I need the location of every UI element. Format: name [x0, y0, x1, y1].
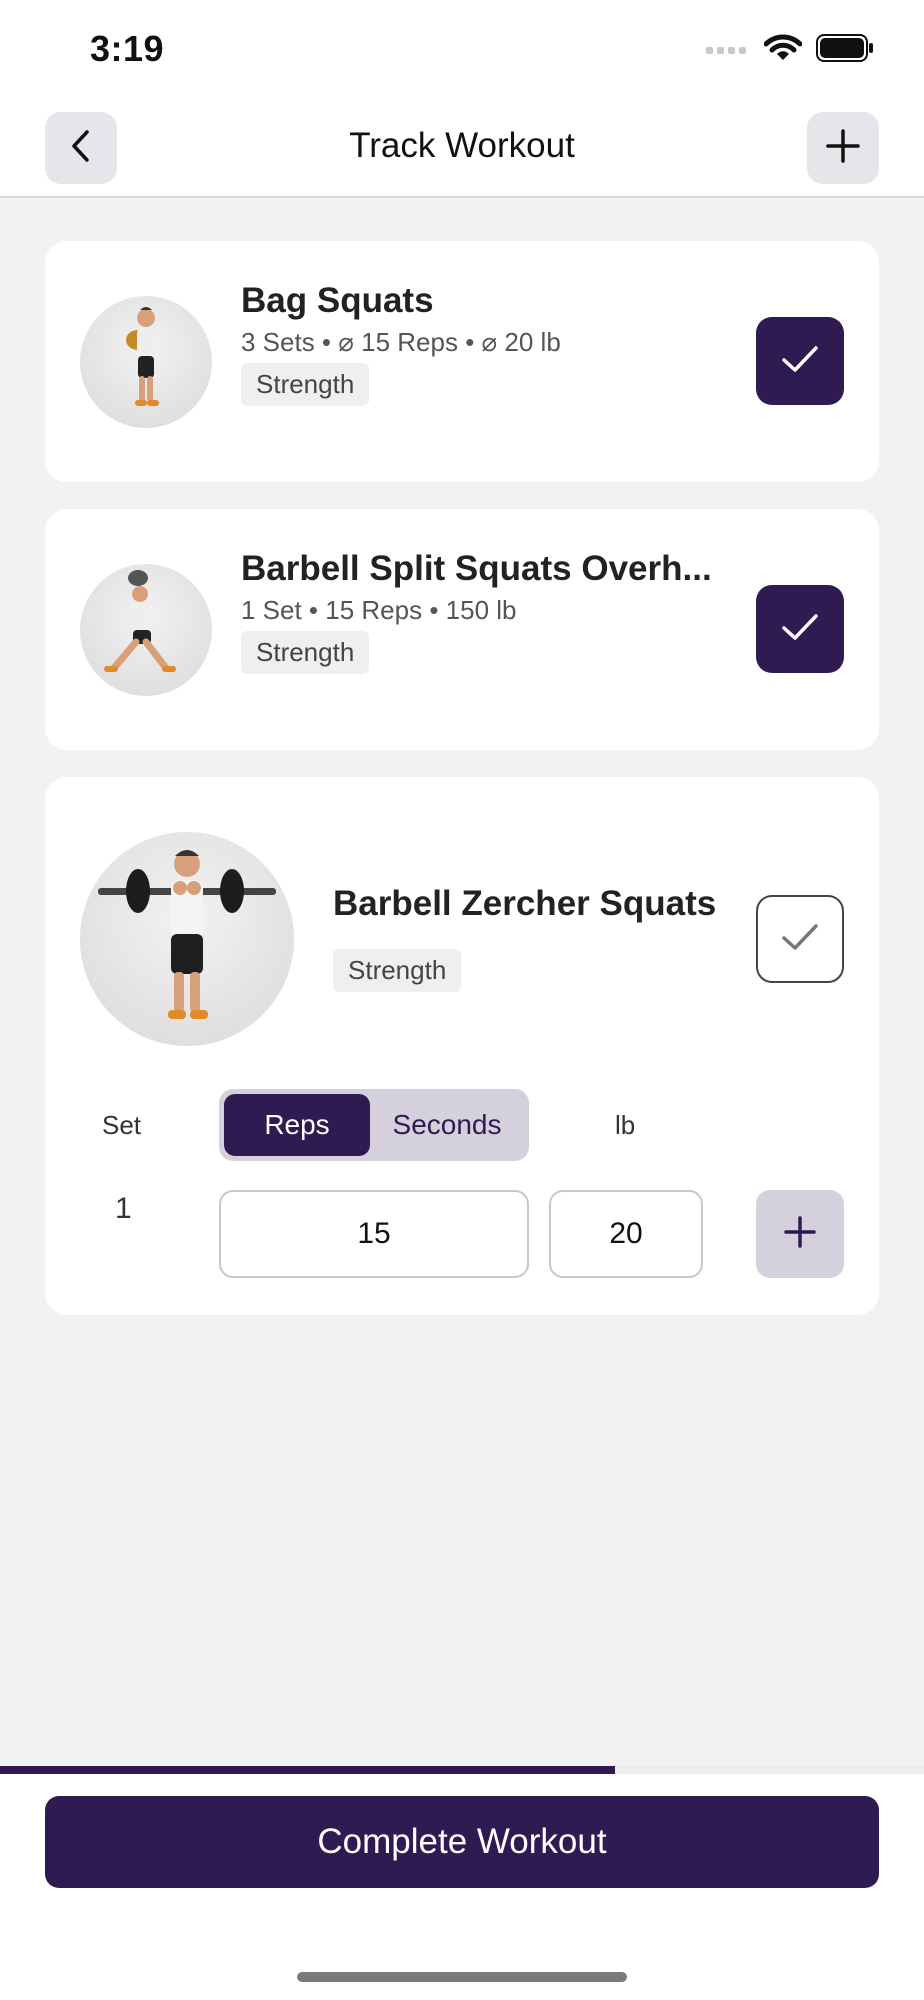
status-bar: 3:19	[0, 0, 924, 100]
status-icons	[706, 30, 874, 70]
reps-input[interactable]: 15	[219, 1190, 529, 1278]
checkmark-icon	[780, 612, 820, 647]
exercise-summary: 3 Sets • ⌀ 15 Reps • ⌀ 20 lb	[241, 327, 561, 357]
complete-workout-button[interactable]: Complete Workout	[45, 1796, 879, 1888]
category-tag: Strength	[241, 363, 370, 406]
exercise-thumbnail	[80, 296, 212, 428]
exercise-thumbnail	[80, 564, 212, 696]
checkmark-icon	[780, 922, 820, 957]
add-exercise-button[interactable]	[807, 112, 879, 184]
exercise-thumbnail	[80, 832, 294, 1046]
complete-checkbox[interactable]	[756, 585, 844, 673]
exercise-card[interactable]: Bag Squats 3 Sets • ⌀ 15 Reps • ⌀ 20 lb …	[45, 241, 879, 482]
battery-icon	[816, 33, 874, 67]
home-indicator	[297, 1972, 627, 1982]
exercise-summary: 1 Set • 15 Reps • 150 lb	[241, 595, 517, 625]
exercise-name: Barbell Zercher Squats	[333, 884, 717, 923]
nav-bar: Track Workout	[0, 100, 924, 198]
workout-progress-fill	[0, 1766, 616, 1774]
seconds-toggle-option[interactable]: Seconds	[370, 1094, 524, 1156]
wifi-icon	[763, 33, 803, 68]
exercise-card-expanded[interactable]: Barbell Zercher Squats Strength Set Reps…	[45, 777, 879, 1315]
exercise-card[interactable]: Barbell Split Squats Overh... 1 Set • 15…	[45, 509, 879, 750]
checkmark-icon	[780, 344, 820, 379]
workout-progress-bar	[0, 1766, 924, 1774]
set-number: 1	[115, 1192, 132, 1225]
set-column-label: Set	[102, 1110, 142, 1140]
weight-column-label: lb	[615, 1110, 636, 1140]
signal-icon	[706, 41, 750, 60]
reps-seconds-toggle[interactable]: Reps Seconds	[219, 1089, 529, 1161]
reps-toggle-option[interactable]: Reps	[224, 1094, 370, 1156]
complete-checkbox[interactable]	[756, 895, 844, 983]
add-set-button[interactable]	[756, 1190, 844, 1278]
complete-checkbox[interactable]	[756, 317, 844, 405]
exercise-name: Bag Squats	[241, 281, 434, 320]
status-time: 3:19	[90, 28, 165, 69]
page-title: Track Workout	[349, 126, 575, 165]
category-tag: Strength	[333, 949, 462, 992]
category-tag: Strength	[241, 631, 370, 674]
plus-icon	[825, 128, 861, 169]
plus-icon	[783, 1215, 817, 1254]
weight-input[interactable]: 20	[549, 1190, 703, 1278]
exercise-name: Barbell Split Squats Overh...	[241, 549, 712, 588]
